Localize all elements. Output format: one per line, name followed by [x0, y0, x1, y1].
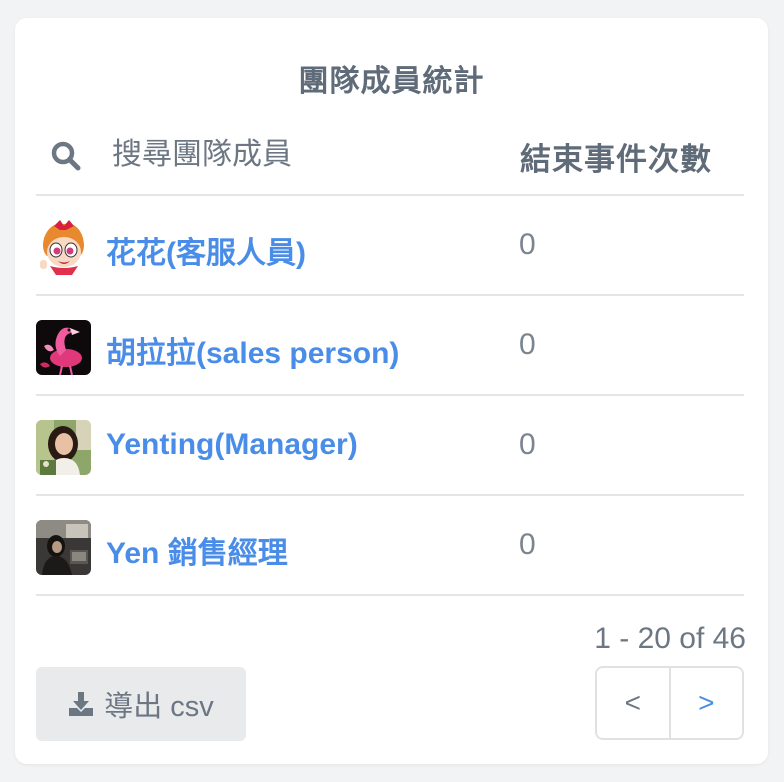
count-column-header: 結束事件次數 [520, 142, 712, 177]
search-input[interactable] [112, 130, 472, 180]
member-name-link[interactable]: 胡拉拉(sales person) [106, 328, 399, 372]
pagination-info: 1 - 20 of 46 [594, 622, 746, 655]
search-icon [51, 141, 81, 171]
pagination-controls: < > [595, 666, 744, 740]
woman-photo-avatar [36, 420, 91, 475]
member-count: 0 [519, 528, 536, 561]
table-row: 花花(客服人員) 0 [36, 196, 744, 296]
member-count: 0 [519, 328, 536, 361]
team-members-card: 團隊成員統計 結束事件次數 花花(客服人員) [15, 18, 768, 764]
next-page-button[interactable]: > [670, 668, 742, 738]
cartoon-girl-avatar [36, 220, 91, 275]
table-row: 胡拉拉(sales person) 0 [36, 296, 744, 396]
member-count: 0 [519, 228, 536, 261]
table-header: 結束事件次數 [36, 124, 744, 196]
member-count: 0 [519, 428, 536, 461]
export-csv-button[interactable]: 導出 csv [36, 667, 246, 741]
download-icon [69, 692, 94, 716]
export-csv-label: 導出 csv [104, 691, 214, 723]
prev-page-button[interactable]: < [597, 668, 671, 738]
table-row: Yenting(Manager) 0 [36, 396, 744, 496]
member-name-link[interactable]: Yen 銷售經理 [106, 528, 288, 572]
pink-flamingo-avatar [36, 320, 91, 375]
member-name-link[interactable]: 花花(客服人員) [106, 228, 306, 272]
table-row: Yen 銷售經理 0 [36, 496, 744, 596]
member-name-link[interactable]: Yenting(Manager) [106, 428, 358, 462]
office-photo-avatar [36, 520, 91, 575]
card-title: 團隊成員統計 [298, 65, 485, 98]
